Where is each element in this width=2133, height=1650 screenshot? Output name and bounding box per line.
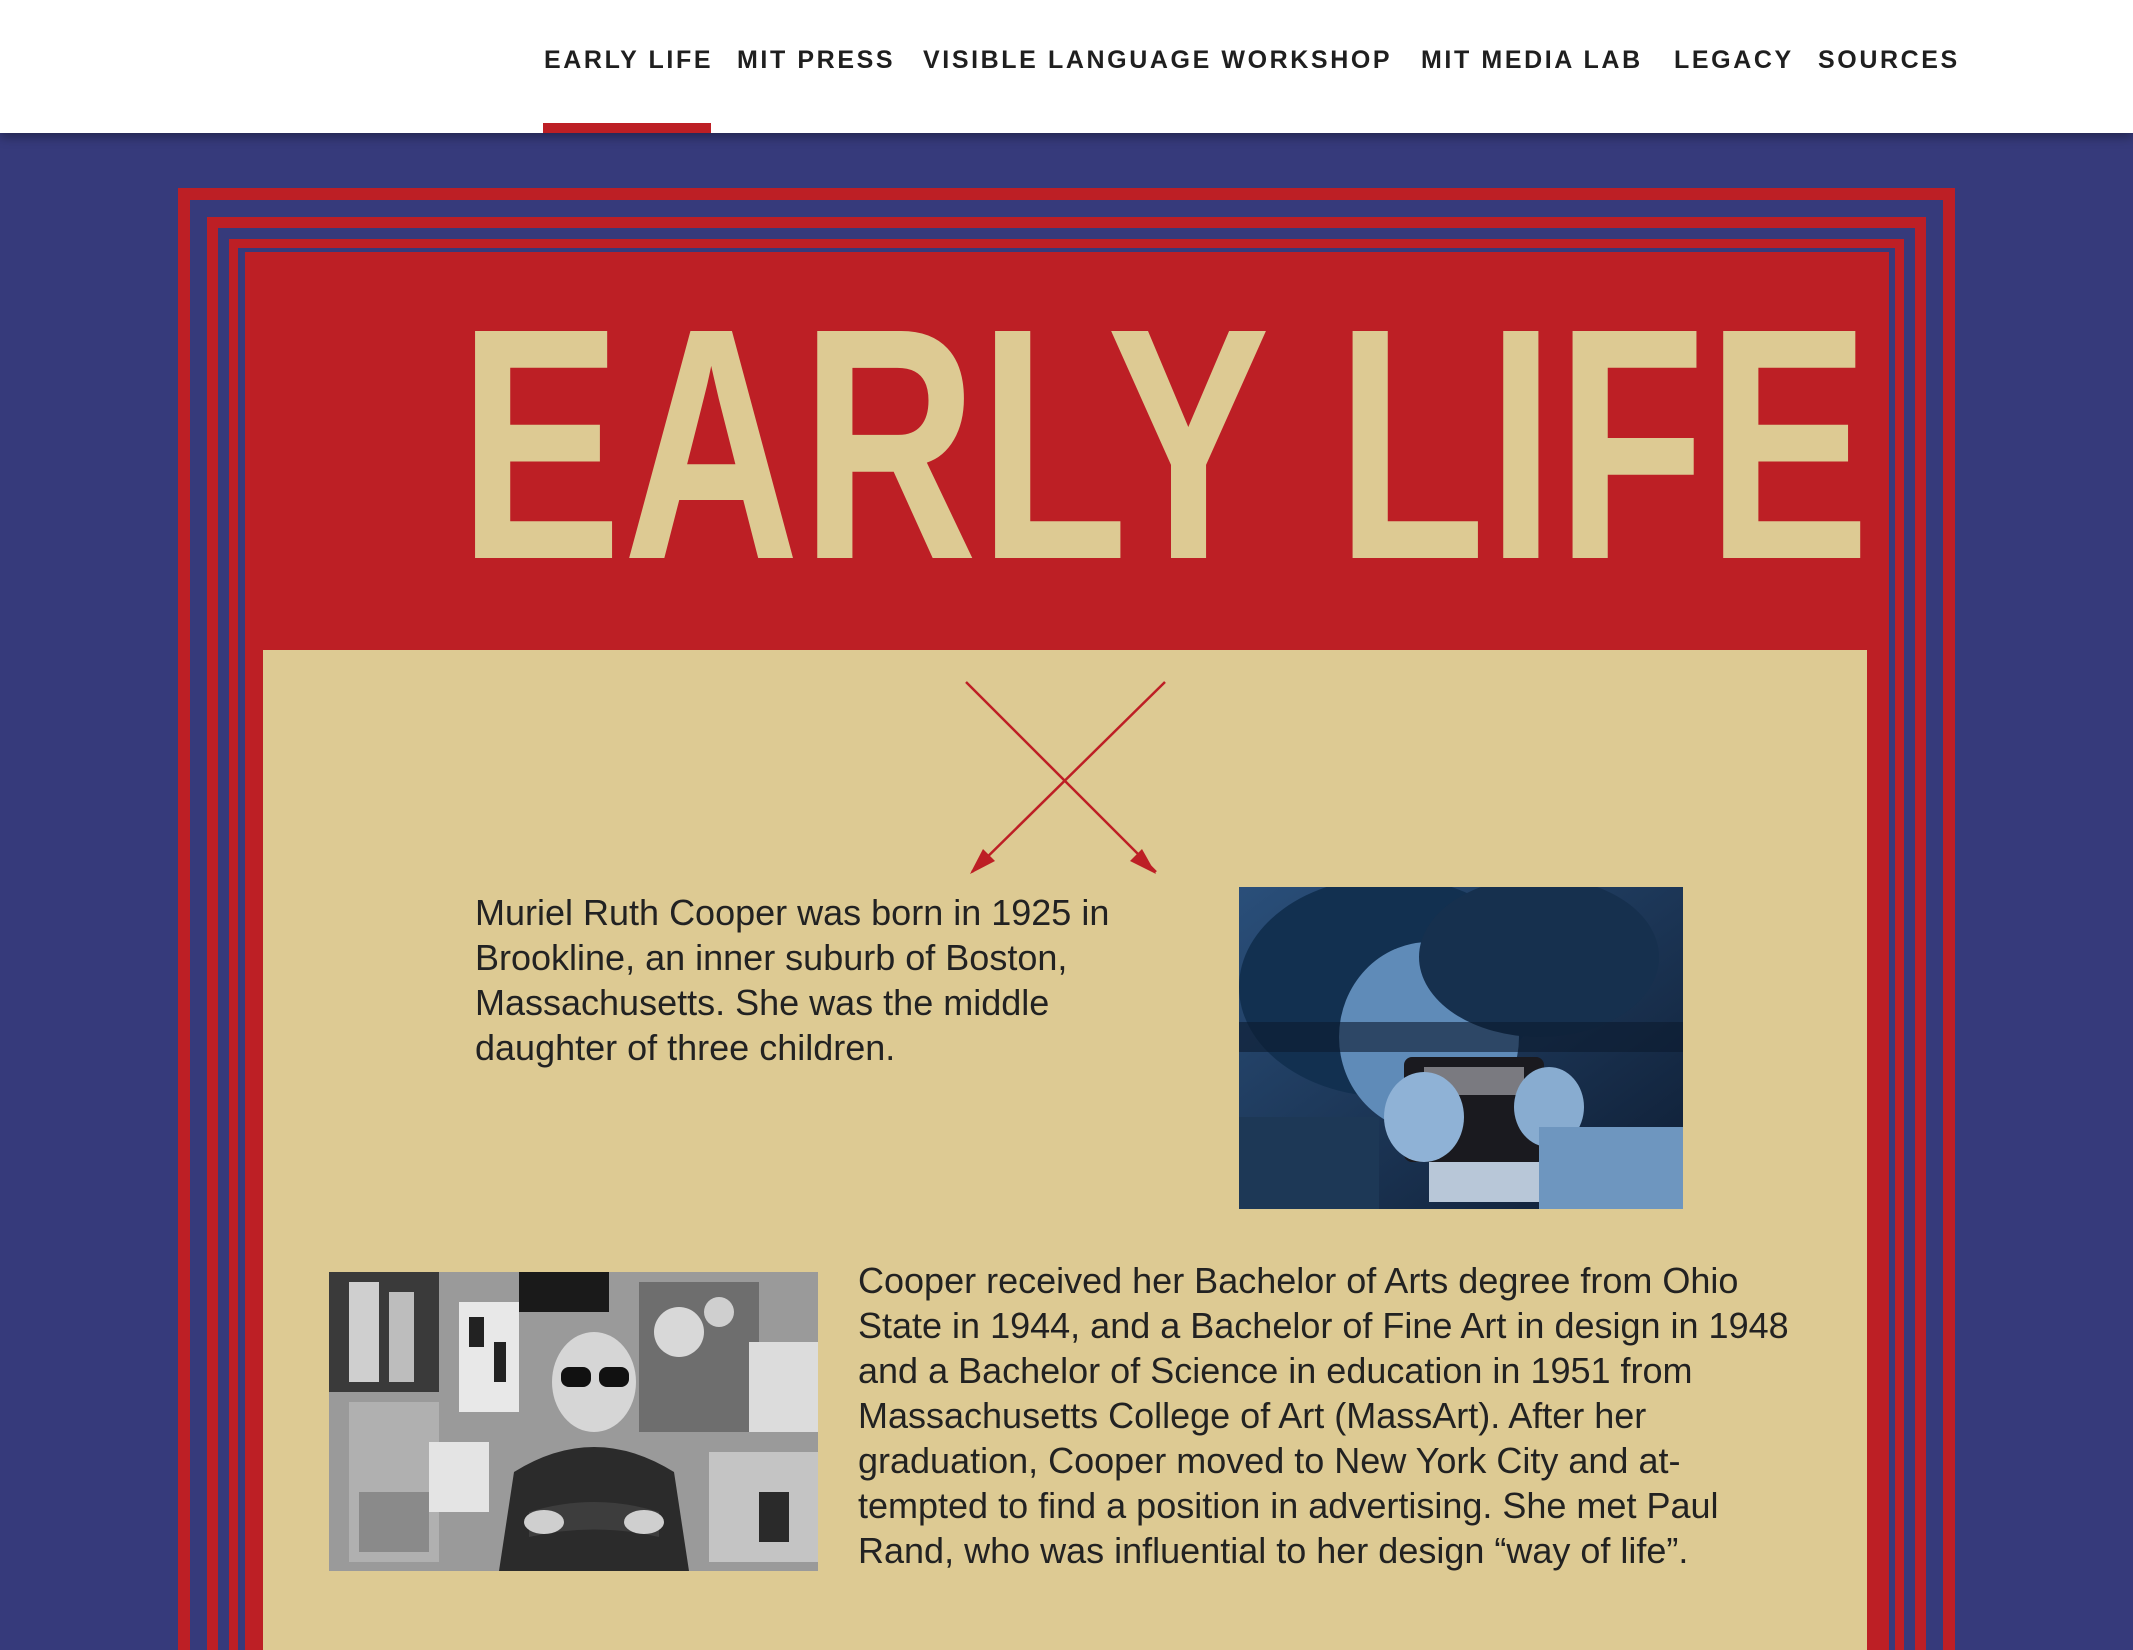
poster-header: EARLY LIFE — [245, 252, 1889, 650]
active-tab-indicator — [543, 123, 711, 133]
nav-item-visible-language-workshop[interactable]: VISIBLE LANGUAGE WORKSHOP — [923, 46, 1392, 75]
intro-paragraph: Muriel Ruth Cooper was born in 1925 in B… — [475, 892, 1110, 1068]
nav-item-legacy[interactable]: LEGACY — [1674, 46, 1794, 75]
top-navigation: EARLY LIFE MIT PRESS VISIBLE LANGUAGE WO… — [0, 0, 2133, 133]
crossed-arrows-icon — [965, 681, 1166, 874]
nav-item-mit-press[interactable]: MIT PRESS — [737, 46, 895, 75]
page-title: EARLY LIFE — [458, 259, 1872, 628]
poster-body-left-border — [245, 650, 263, 1650]
photo-muriel-cooper-with-camera — [1239, 887, 1683, 1209]
nav-item-mit-media-lab[interactable]: MIT MEDIA LAB — [1421, 46, 1643, 75]
photo-paul-rand — [329, 1272, 818, 1571]
nav-item-sources[interactable]: SOURCES — [1818, 46, 1960, 75]
nav-item-early-life[interactable]: EARLY LIFE — [544, 46, 713, 75]
poster-body-right-border — [1867, 650, 1889, 1650]
education-paragraph: Cooper received her Bachelor of Arts deg… — [858, 1260, 1789, 1571]
